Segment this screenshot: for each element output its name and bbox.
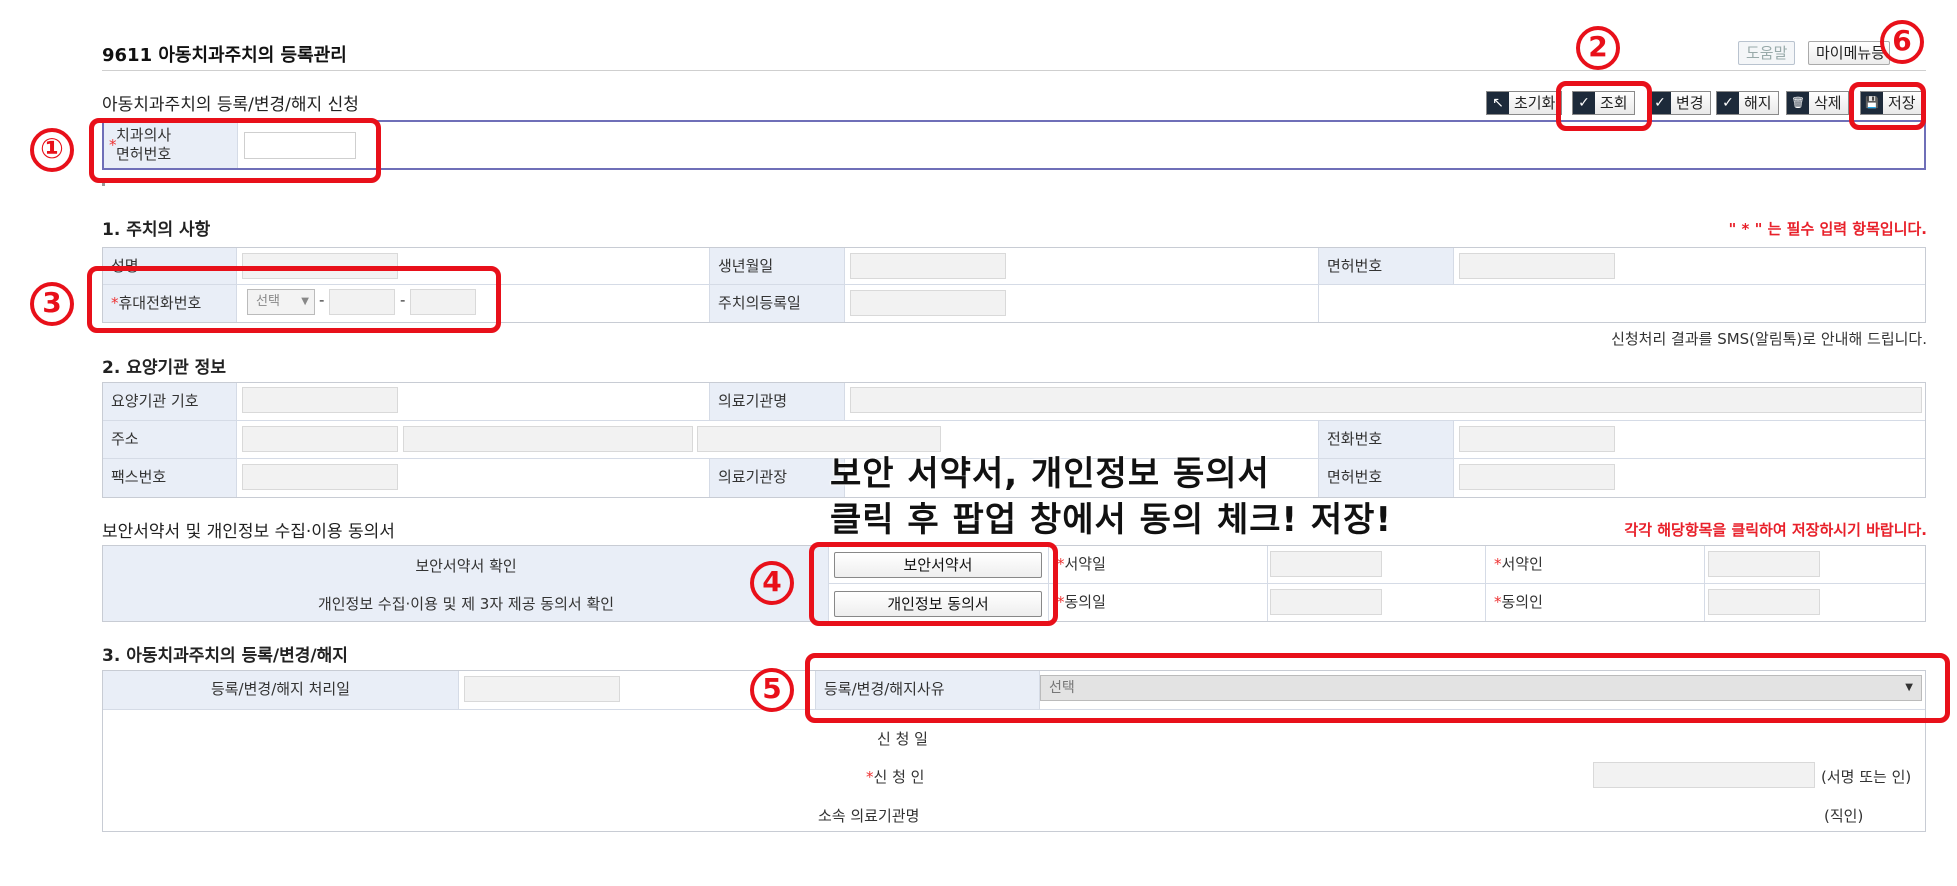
- fax-input[interactable]: [242, 464, 398, 490]
- change-button[interactable]: ✓ 변경: [1648, 91, 1711, 115]
- affiliated-inst-label: 소속 의료기관명: [818, 807, 920, 825]
- step-4-marker: 4: [750, 561, 794, 605]
- consent-person-label: *동의인: [1485, 584, 1705, 621]
- inst-name-input[interactable]: [850, 387, 1922, 413]
- consent-note: 각각 해당항목을 클릭하여 저장하시기 바랍니다.: [1624, 521, 1927, 539]
- section3-title: 3. 아동치과주치의 등록/변경/해지: [102, 646, 348, 666]
- inst-phone-input[interactable]: [1459, 426, 1615, 452]
- dot-marker: [102, 183, 105, 186]
- inst-head-label: 의료기관장: [709, 459, 845, 497]
- section1-title: 1. 주치의 사항: [102, 220, 211, 240]
- sign-note: (서명 또는 인): [1821, 768, 1912, 786]
- cancel-registration-button[interactable]: ✓ 해지: [1716, 91, 1779, 115]
- reset-button[interactable]: ↖ 초기화: [1486, 91, 1563, 115]
- license-label: 면허번호: [1318, 248, 1454, 284]
- regdate-label: 주치의등록일: [709, 285, 845, 322]
- step-5-marker: 5: [750, 668, 794, 712]
- process-date-label: 등록/변경/해지 처리일: [103, 671, 459, 709]
- privacy-consent-label: 개인정보 수집·이용 및 제 3자 제공 동의서 확인: [317, 595, 615, 613]
- pledge-person-label: *서약인: [1485, 546, 1705, 583]
- highlight-consent-buttons: [809, 542, 1058, 626]
- page-title: 9611 아동치과주치의 등록관리: [102, 45, 347, 66]
- step-3-marker: 3: [30, 282, 74, 326]
- instruction-line-1: 보안 서약서, 개인정보 동의서: [830, 454, 1270, 495]
- col-divider: [1318, 285, 1319, 322]
- delete-button[interactable]: 🗑 삭제: [1786, 91, 1849, 115]
- security-pledge-label: 보안서약서 확인: [415, 557, 517, 575]
- applicant-label: *신 청 인: [866, 768, 925, 786]
- regdate-input[interactable]: [850, 290, 1006, 316]
- consent-date-input[interactable]: [1270, 589, 1382, 615]
- head-license-input[interactable]: [1459, 464, 1615, 490]
- check-icon: ✓: [1649, 92, 1671, 114]
- section2-title: 2. 요양기관 정보: [102, 358, 226, 378]
- zip-input[interactable]: [242, 426, 398, 452]
- address-label: 주소: [103, 421, 237, 458]
- highlight-license-input: [89, 118, 381, 183]
- check-icon: ✓: [1717, 92, 1739, 114]
- inst-code-label: 요양기관 기호: [103, 383, 237, 420]
- sms-note: 신청처리 결과를 SMS(알림톡)로 안내해 드립니다.: [1611, 330, 1927, 348]
- help-button[interactable]: 도움말: [1738, 41, 1796, 65]
- pledge-date-label: *서약일: [1048, 546, 1268, 583]
- birth-input[interactable]: [850, 253, 1006, 279]
- highlight-save-button: [1849, 82, 1926, 130]
- consent-person-input[interactable]: [1708, 589, 1820, 615]
- trash-icon: 🗑: [1787, 92, 1809, 114]
- pledge-date-input[interactable]: [1270, 551, 1382, 577]
- applicant-input[interactable]: [1593, 762, 1815, 788]
- birth-label: 생년월일: [709, 248, 845, 284]
- license-input[interactable]: [1459, 253, 1615, 279]
- request-section-title: 아동치과주치의 등록/변경/해지 신청: [102, 95, 359, 115]
- highlight-search-button: [1556, 81, 1652, 131]
- address-input[interactable]: [403, 426, 693, 452]
- consent-section-title: 보안서약서 및 개인정보 수집·이용 동의서: [102, 522, 395, 542]
- highlight-reason: [805, 653, 1950, 723]
- fax-label: 팩스번호: [103, 459, 237, 497]
- row-divider: [103, 420, 1925, 421]
- highlight-phone: [87, 266, 501, 333]
- step-1-marker: ①: [30, 128, 74, 172]
- process-date-input[interactable]: [464, 676, 620, 702]
- step-2-marker: 2: [1576, 26, 1620, 70]
- inst-phone-label: 전화번호: [1318, 421, 1454, 458]
- instruction-line-2: 클릭 후 팝업 창에서 동의 체크! 저장!: [830, 500, 1392, 541]
- consent-date-label: *동의일: [1048, 584, 1268, 621]
- apply-date-label: 신 청 일: [877, 730, 928, 748]
- step-6-marker: 6: [1880, 20, 1924, 64]
- pledge-person-input[interactable]: [1708, 551, 1820, 577]
- required-note: " * " 는 필수 입력 항목입니다.: [1728, 220, 1927, 238]
- inst-name-label: 의료기관명: [709, 383, 845, 420]
- mymenu-button[interactable]: 마이메뉴등: [1808, 41, 1890, 65]
- back-arrow-icon: ↖: [1487, 92, 1509, 114]
- inst-code-input[interactable]: [242, 387, 398, 413]
- title-divider: [102, 70, 1926, 71]
- seal-note: (직인): [1824, 807, 1864, 825]
